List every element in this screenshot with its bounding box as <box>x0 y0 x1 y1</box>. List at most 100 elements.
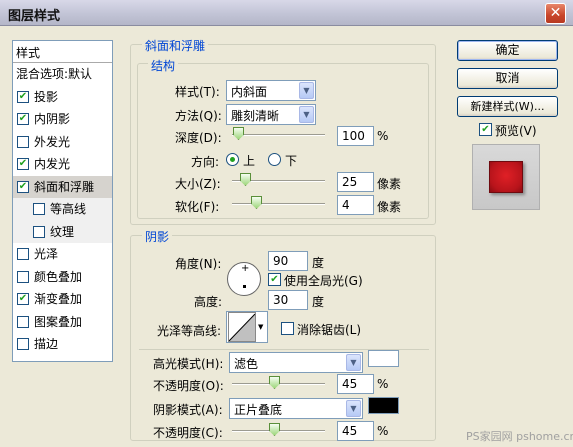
style-label: 样式(T): <box>175 85 220 99</box>
style-checkbox[interactable] <box>17 338 29 350</box>
soften-label: 软化(F): <box>175 200 220 214</box>
angle-label: 角度(N): <box>175 257 222 271</box>
style-list-item-label: 等高线 <box>50 202 87 216</box>
style-list-item[interactable]: 等高线 <box>13 198 112 221</box>
angle-input[interactable]: 90 <box>268 251 308 271</box>
preview-swatch <box>489 161 523 193</box>
size-label: 大小(Z): <box>175 177 221 191</box>
style-list-item-label: 内发光 <box>34 157 71 171</box>
chevron-down-icon: ▼ <box>299 106 314 123</box>
style-list-item[interactable]: 颜色叠加 <box>13 266 112 289</box>
highlight-opacity-unit: % <box>377 377 389 391</box>
cancel-button[interactable]: 取消 <box>457 68 558 89</box>
antialias-label: 消除锯齿(L) <box>297 323 362 337</box>
style-list-item[interactable]: ✔ 内发光 <box>13 153 112 176</box>
shadow-opacity-label: 不透明度(C): <box>153 426 223 440</box>
ok-button[interactable]: 确定 <box>457 40 558 61</box>
style-checkbox[interactable]: ✔ <box>17 158 29 170</box>
shadow-mode-label: 阴影模式(A): <box>153 403 223 417</box>
style-list-item-label: 光泽 <box>34 247 59 261</box>
antialias-checkbox[interactable] <box>281 322 294 335</box>
close-icon[interactable]: ✕ <box>545 3 566 24</box>
size-input[interactable]: 25 <box>337 172 374 192</box>
altitude-input[interactable]: 30 <box>268 290 308 310</box>
depth-unit: % <box>377 129 389 143</box>
blend-options-item[interactable]: 混合选项:默认 <box>13 63 112 86</box>
shadow-opacity-input[interactable]: 45 <box>337 421 374 441</box>
altitude-label: 高度: <box>194 295 223 309</box>
highlight-opacity-input[interactable]: 45 <box>337 374 374 394</box>
style-list-item-label: 渐变叠加 <box>34 292 83 306</box>
shading-title: 阴影 <box>142 228 173 245</box>
direction-down-radio[interactable] <box>268 153 281 166</box>
highlight-color-swatch[interactable] <box>368 350 399 367</box>
preview-thumbnail <box>472 144 540 210</box>
preview-label: 预览(V) <box>495 124 537 138</box>
altitude-unit: 度 <box>312 295 325 309</box>
gloss-contour-label: 光泽等高线: <box>157 324 222 338</box>
angle-dial[interactable]: + <box>227 262 261 296</box>
style-checkbox[interactable]: ✔ <box>17 113 29 125</box>
style-list-item[interactable]: 纹理 <box>13 220 112 243</box>
style-checkbox[interactable] <box>33 203 45 215</box>
style-list-item-label: 颜色叠加 <box>34 269 83 284</box>
angle-unit: 度 <box>312 256 325 270</box>
style-list-item[interactable]: ✔ 渐变叠加 <box>13 288 112 311</box>
style-list-item[interactable]: 图案叠加 <box>13 311 112 334</box>
depth-label: 深度(D): <box>175 131 222 145</box>
style-list-header[interactable]: 样式 <box>13 41 112 63</box>
title-bar: 图层样式 ✕ <box>0 0 573 26</box>
technique-select[interactable]: 雕刻清晰 ▼ <box>226 104 316 125</box>
style-checkbox[interactable] <box>17 248 29 260</box>
soften-input[interactable]: 4 <box>337 195 374 215</box>
style-list-item[interactable]: ✔ 投影 <box>13 86 112 109</box>
highlight-mode-value: 滤色 <box>234 357 259 371</box>
style-list-item[interactable]: 光泽 <box>13 243 112 266</box>
style-checkbox[interactable]: ✔ <box>17 90 29 103</box>
style-list-item[interactable]: ✔ 内阴影 <box>13 108 112 131</box>
direction-label: 方向: <box>191 155 220 169</box>
direction-up-label: 上 <box>243 154 256 168</box>
chevron-down-icon: ▼ <box>299 82 314 99</box>
chevron-down-icon: ▼ <box>346 354 361 371</box>
crosshair-icon: + <box>241 263 250 274</box>
shadow-mode-select[interactable]: 正片叠底 ▼ <box>229 398 363 419</box>
style-checkbox[interactable] <box>33 225 45 238</box>
style-list-item-label: 投影 <box>34 89 59 104</box>
contour-curve-icon <box>228 312 256 342</box>
style-checkbox[interactable] <box>17 315 29 328</box>
style-list-item-label: 纹理 <box>50 224 75 239</box>
chevron-down-icon: ▼ <box>346 400 361 417</box>
style-list-item[interactable]: 外发光 <box>13 131 112 154</box>
style-checkbox[interactable]: ✔ <box>17 180 29 193</box>
style-list-item[interactable]: ✔ 斜面和浮雕 <box>13 175 112 198</box>
soften-unit: 像素 <box>377 200 402 214</box>
bevel-style-select[interactable]: 内斜面 ▼ <box>226 80 316 101</box>
shadow-mode-value: 正片叠底 <box>234 403 283 417</box>
soften-slider-track[interactable] <box>232 203 325 205</box>
style-checkbox[interactable] <box>17 135 29 148</box>
preview-checkbox[interactable]: ✔ <box>479 123 492 136</box>
chevron-down-icon: ▼ <box>258 323 264 331</box>
style-list-item[interactable]: 描边 <box>13 333 112 356</box>
global-light-label: 使用全局光(G) <box>284 274 363 288</box>
size-unit: 像素 <box>377 177 402 191</box>
style-checkbox[interactable]: ✔ <box>17 293 29 305</box>
style-checkbox[interactable] <box>17 270 29 283</box>
depth-input[interactable]: 100 <box>337 126 374 146</box>
highlight-mode-select[interactable]: 滤色 ▼ <box>229 352 363 373</box>
shadow-color-swatch[interactable] <box>368 397 399 414</box>
direction-up-radio[interactable] <box>226 153 239 166</box>
style-list: 样式 混合选项:默认 ✔ 投影 ✔ 内阴影外发光 ✔ 内发光 ✔ 斜面和浮雕等高线纹理光泽颜色… <box>12 40 113 362</box>
highlight-opacity-label: 不透明度(O): <box>153 379 224 393</box>
gloss-contour-picker[interactable]: ▼ <box>226 311 268 343</box>
global-light-checkbox[interactable]: ✔ <box>268 273 281 286</box>
depth-slider-track[interactable] <box>232 134 325 136</box>
style-list-item-label: 外发光 <box>34 134 71 149</box>
style-list-item-label: 图案叠加 <box>34 314 83 329</box>
bevel-emboss-title: 斜面和浮雕 <box>142 37 209 54</box>
shadow-opacity-unit: % <box>377 424 389 438</box>
new-style-button[interactable]: 新建样式(W)... <box>457 96 558 117</box>
direction-down-label: 下 <box>285 154 298 168</box>
structure-title: 结构 <box>148 57 179 74</box>
